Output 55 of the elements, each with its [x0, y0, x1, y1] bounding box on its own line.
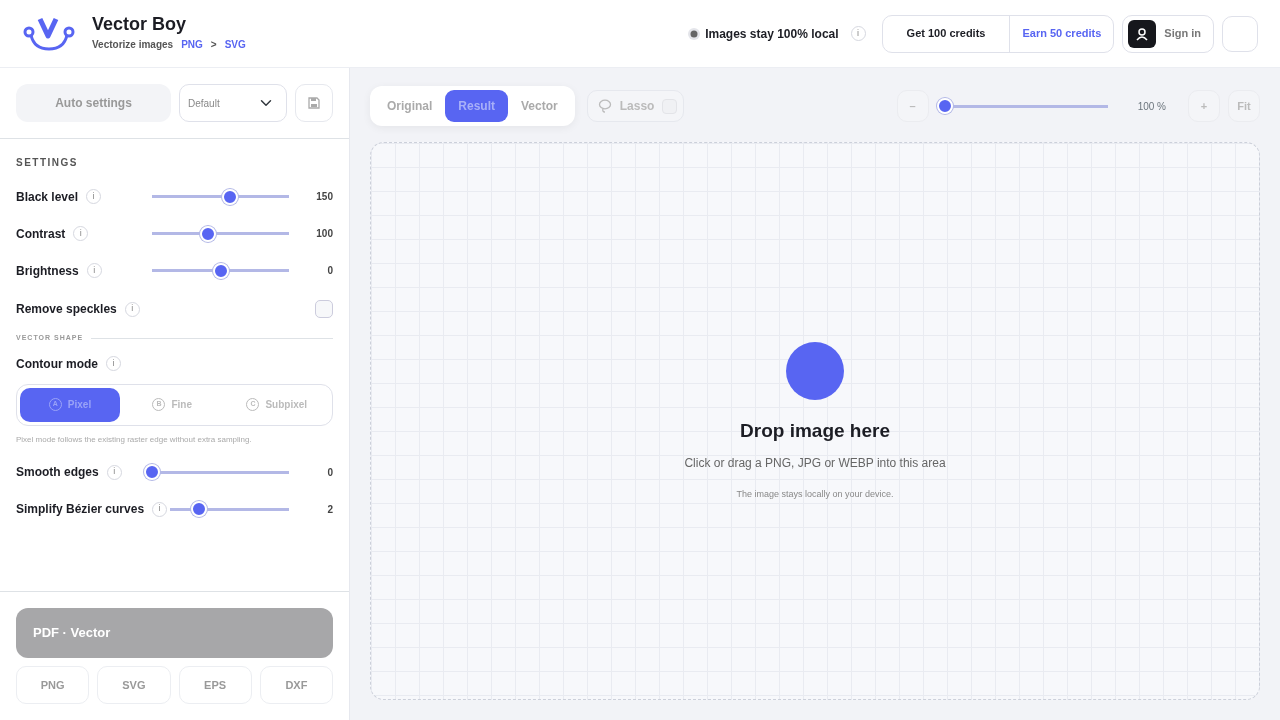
format-button[interactable]: EPS [178, 666, 252, 704]
user-icon [1135, 26, 1150, 41]
setting-label: Remove speckles [16, 301, 117, 318]
format-button[interactable]: DXF [259, 666, 333, 704]
drop-zone[interactable]: Drop image here Click or drag a PNG, JPG or WEBP into this area The image stays locally on your device. [370, 142, 1260, 700]
slider-value: 100 [315, 227, 333, 241]
sign-in-button[interactable]: Sign in [1122, 14, 1214, 53]
checkbox[interactable] [315, 300, 333, 318]
slider-thumb[interactable] [212, 262, 229, 279]
arrow-text: > [210, 38, 217, 52]
credits-link[interactable]: Earn 50 credits [1009, 15, 1114, 52]
lasso-icon [597, 99, 612, 113]
hint-text: Pixel mode follows the existing raster edge without extra sampling. [16, 433, 253, 446]
slider-thumb[interactable] [190, 501, 207, 517]
section-heading: SETTINGS [16, 156, 79, 170]
setting-label: Smooth edges [16, 464, 99, 481]
credits-link[interactable]: Get 100 credits [882, 15, 1010, 52]
setting-label: Simplify Bézier curves [16, 501, 145, 518]
setting-label: Brightness [16, 262, 79, 280]
zoom-in-button[interactable]: + [1188, 90, 1220, 122]
format-label: SVG [224, 38, 246, 52]
app-title: Vector Boy [92, 15, 188, 33]
setting-label: Contrast [16, 225, 66, 243]
lasso-toggle[interactable]: Lasso [586, 90, 685, 122]
format-label: PNG [181, 38, 203, 52]
logo-icon [22, 15, 76, 52]
app-subtitle: Vectorize images [92, 38, 174, 52]
auto-settings-button[interactable]: Auto settings [16, 84, 171, 122]
drop-subtitle: Click or drag a PNG, JPG or WEBP into this area [684, 454, 946, 472]
privacy-label: Images stay 100% local [705, 25, 839, 43]
slider-value: 150 [315, 190, 333, 204]
upload-circle-icon [785, 341, 845, 401]
save-icon [308, 97, 320, 109]
slider-value: 0 [326, 264, 333, 278]
zoom-out-button[interactable]: – [896, 90, 929, 122]
setting-label: Contour mode [16, 355, 98, 373]
drop-title: Drop image here [740, 419, 890, 443]
slider-thumb[interactable] [936, 98, 953, 114]
format-button[interactable]: PNG [16, 666, 90, 704]
view-tab[interactable]: Vector [508, 90, 571, 122]
slider-value: 0 [326, 465, 333, 480]
view-tab[interactable]: Original [374, 90, 446, 122]
fit-button[interactable]: Fit [1228, 90, 1260, 122]
status-dot-icon [687, 26, 702, 41]
view-tab[interactable]: Result [445, 90, 509, 122]
preset-dropdown[interactable]: Default [179, 84, 287, 122]
slider-thumb[interactable] [144, 464, 160, 480]
drop-note: The image stays locally on your device. [736, 487, 894, 501]
zoom-reading: 100 % [1137, 99, 1166, 114]
setting-label: Black level [16, 188, 79, 206]
slider-thumb[interactable] [222, 188, 239, 205]
slider-value: 2 [326, 502, 333, 517]
format-button[interactable]: SVG [97, 666, 171, 704]
export-button[interactable]: PDF · Vector [16, 608, 333, 658]
slider-thumb[interactable] [200, 225, 217, 242]
